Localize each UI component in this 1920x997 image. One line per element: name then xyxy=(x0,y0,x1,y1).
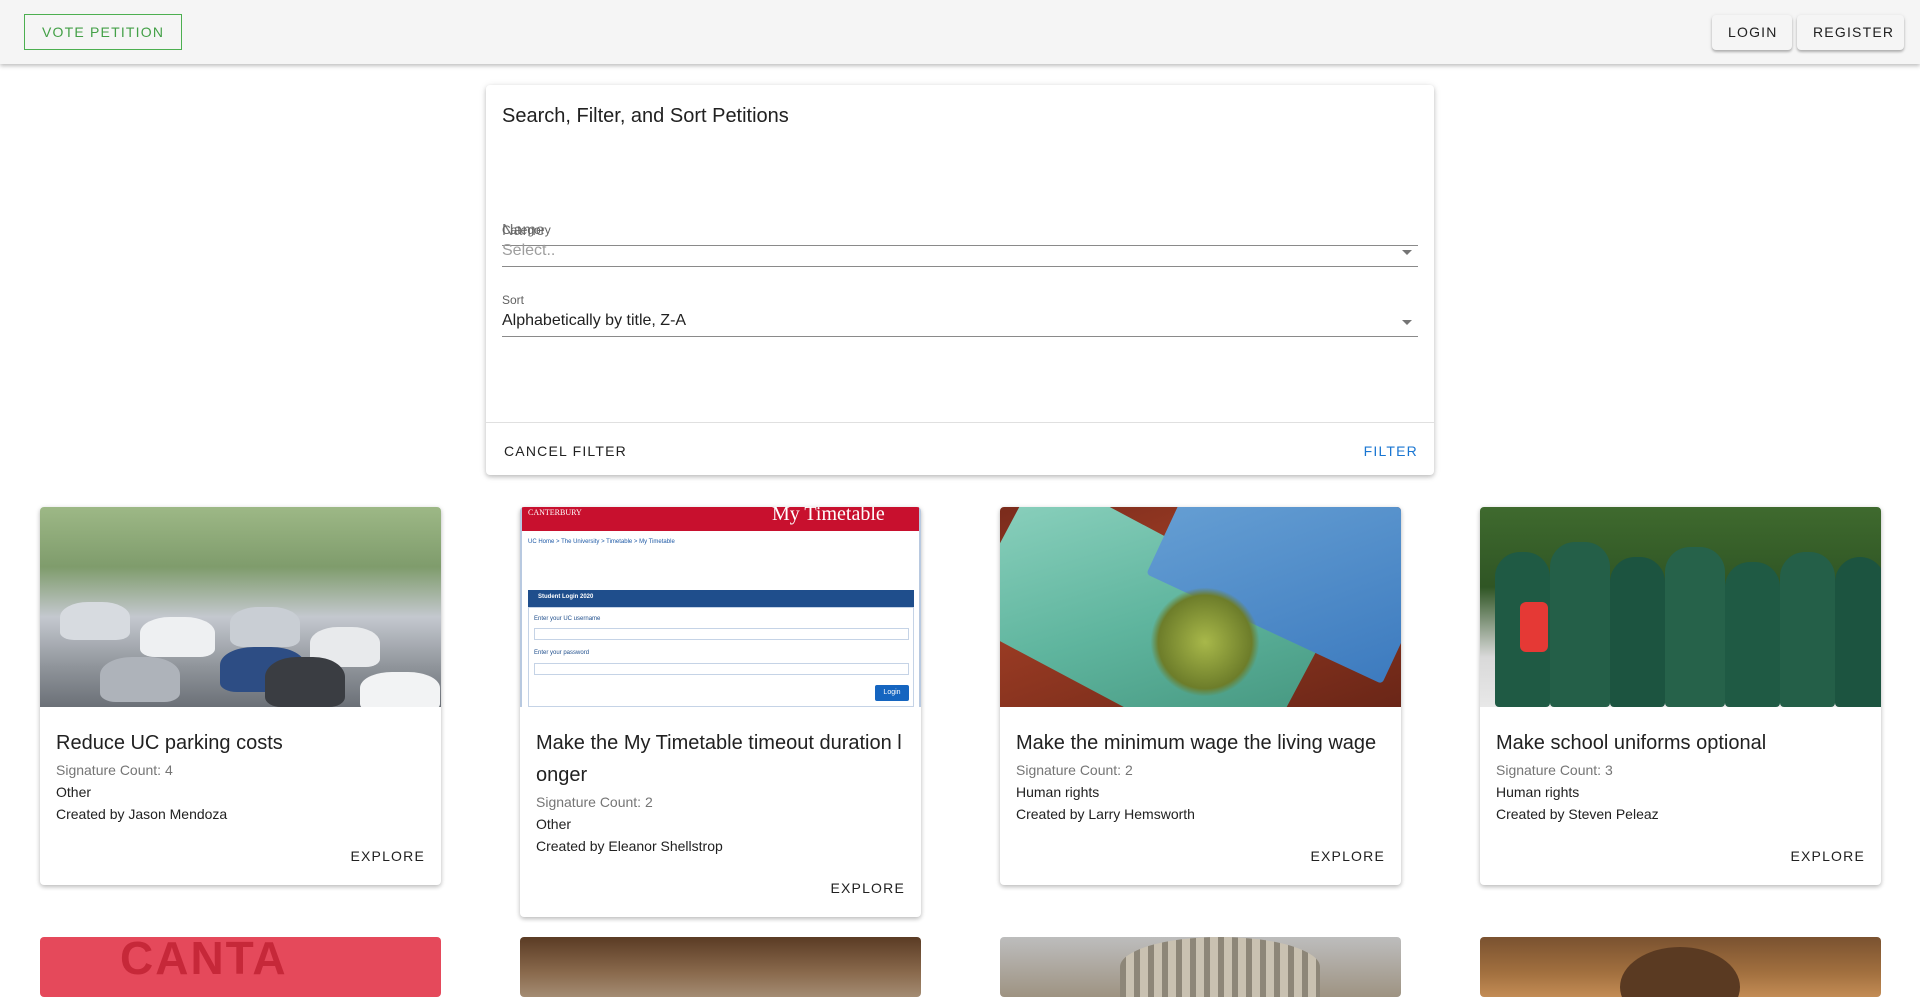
explore-button[interactable]: EXPLORE xyxy=(520,857,921,917)
timetable-login-btn: Login xyxy=(875,685,909,701)
divider xyxy=(486,422,1434,423)
explore-button[interactable]: EXPLORE xyxy=(1000,825,1401,885)
petition-title: Make the My Timetable timeout duration l… xyxy=(536,732,902,786)
register-button[interactable]: REGISTER xyxy=(1797,15,1904,50)
petition-category: Other xyxy=(56,784,92,800)
petition-title: Make the minimum wage the living wage xyxy=(1016,732,1377,754)
login-button[interactable]: LOGIN xyxy=(1712,15,1792,50)
parking-lot-image xyxy=(40,507,441,707)
petition-card: Make the minimum wage the living wage Si… xyxy=(1000,507,1401,885)
petition-category: Human rights xyxy=(1016,784,1100,800)
petition-card: CANTERBURY My Timetable UC Home > The Un… xyxy=(520,507,921,917)
petition-creator: Created by Jason Mendoza xyxy=(56,806,228,822)
signature-count: Signature Count: 2 xyxy=(1016,762,1133,778)
timetable-login-title: Student Login 2020 xyxy=(538,594,594,600)
petition-title: Make school uniforms optional xyxy=(1496,732,1767,754)
filter-card: Search, Filter, and Sort Petitions Name … xyxy=(486,85,1434,475)
petition-card: Make school uniforms optional Signature … xyxy=(1480,507,1881,885)
signature-count: Signature Count: 3 xyxy=(1496,762,1613,778)
petition-category: Other xyxy=(536,816,572,832)
person-image xyxy=(1480,937,1881,997)
petition-creator: Created by Larry Hemsworth xyxy=(1016,806,1195,822)
chevron-down-icon xyxy=(1402,320,1412,325)
school-uniforms-image xyxy=(1480,507,1881,707)
timetable-crumbs: UC Home > The University > Timetable > M… xyxy=(528,539,675,545)
filter-title: Search, Filter, and Sort Petitions xyxy=(502,105,789,127)
timetable-username-label: Enter your UC username xyxy=(534,616,601,622)
filter-button[interactable]: FILTER xyxy=(1356,433,1426,469)
app-bar: VOTE PETITION LOGIN REGISTER xyxy=(0,0,1920,64)
timetable-heading: My Timetable xyxy=(772,507,885,525)
explore-button[interactable]: EXPLORE xyxy=(40,825,441,885)
sort-value: Alphabetically by title, Z-A xyxy=(502,312,687,329)
signature-count: Signature Count: 2 xyxy=(536,794,653,810)
category-select[interactable]: Select.. xyxy=(502,237,1418,267)
petition-creator: Created by Eleanor Shellstrop xyxy=(536,838,723,854)
petition-card-image: CANTA xyxy=(40,937,441,997)
category-value: Select.. xyxy=(502,242,556,259)
beehive-building-image xyxy=(1000,937,1401,997)
sort-select[interactable]: Alphabetically by title, Z-A xyxy=(502,307,1418,337)
cancel-filter-button[interactable]: CANCEL FILTER xyxy=(494,433,637,469)
explore-button[interactable]: EXPLORE xyxy=(1480,825,1881,885)
vote-petition-home-button[interactable]: VOTE PETITION xyxy=(24,14,183,50)
petition-category: Human rights xyxy=(1496,784,1580,800)
category-label: Category xyxy=(502,223,551,237)
koala-image xyxy=(520,937,921,997)
banknotes-image xyxy=(1000,507,1401,707)
petition-creator: Created by Steven Peleaz xyxy=(1496,806,1659,822)
sort-label: Sort xyxy=(502,293,525,307)
timetable-screenshot-image: CANTERBURY My Timetable UC Home > The Un… xyxy=(520,507,921,707)
timetable-password-label: Enter your password xyxy=(534,650,590,656)
chevron-down-icon xyxy=(1402,250,1412,255)
petition-card: Reduce UC parking costs Signature Count:… xyxy=(40,507,441,885)
signature-count: Signature Count: 4 xyxy=(56,762,173,778)
petition-title: Reduce UC parking costs xyxy=(56,732,283,754)
